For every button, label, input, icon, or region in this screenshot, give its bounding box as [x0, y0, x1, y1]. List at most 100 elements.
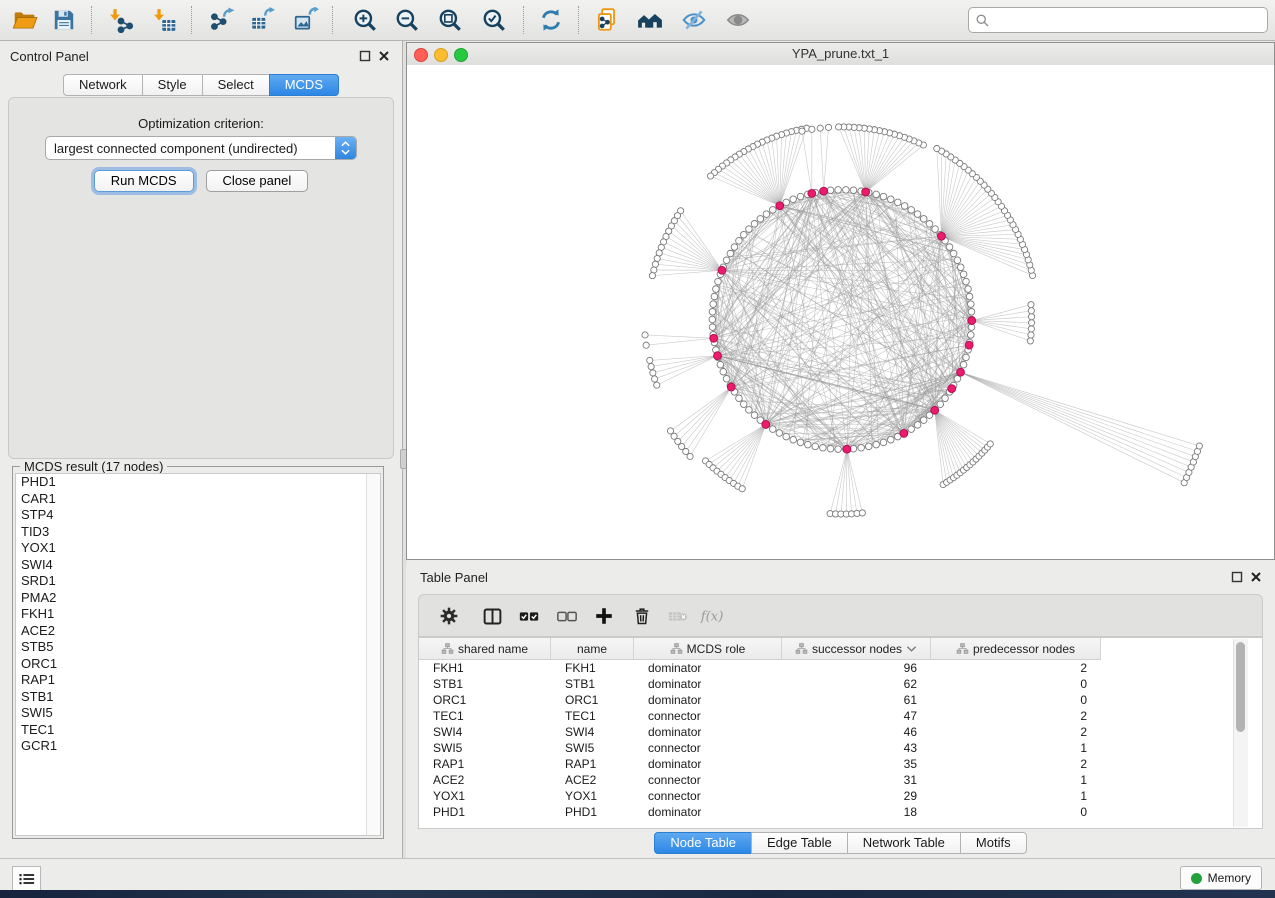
select-all-icon[interactable]	[514, 602, 544, 630]
search-icon	[975, 13, 990, 28]
table-cell: connector	[634, 788, 782, 804]
network-titlebar[interactable]: YPA_prune.txt_1	[407, 43, 1274, 66]
table-cell: SWI5	[419, 740, 551, 756]
mcds-node-item[interactable]: STB1	[16, 689, 380, 706]
tab-network[interactable]: Network	[63, 74, 143, 96]
list-scrollbar[interactable]	[366, 474, 380, 835]
tab-mcds[interactable]: MCDS	[269, 74, 339, 96]
tab-network-table[interactable]: Network Table	[847, 832, 961, 854]
table-row[interactable]: SWI5SWI5connector431	[419, 740, 1101, 756]
mcds-node-item[interactable]: STB5	[16, 639, 380, 656]
open-file-icon[interactable]	[8, 4, 42, 36]
mcds-node-item[interactable]: RAP1	[16, 672, 380, 689]
table-row[interactable]: STB1STB1dominator620	[419, 676, 1101, 692]
add-column-icon[interactable]	[589, 602, 619, 630]
run-mcds-button[interactable]: Run MCDS	[94, 170, 194, 192]
import-network-icon[interactable]	[104, 4, 138, 36]
export-table-icon[interactable]	[245, 4, 279, 36]
table-cell: dominator	[634, 804, 782, 820]
column-header-MCDS-role[interactable]: MCDS role	[634, 638, 782, 659]
show-panel-icon[interactable]	[721, 4, 755, 36]
mcds-node-item[interactable]: PHD1	[16, 474, 380, 491]
export-image-icon[interactable]	[289, 4, 323, 36]
column-header-shared-name[interactable]: shared name	[419, 638, 551, 659]
deselect-all-icon[interactable]	[552, 602, 582, 630]
table-row[interactable]: PHD1PHD1dominator180	[419, 804, 1101, 820]
close-panel-icon[interactable]	[378, 50, 390, 62]
table-scrollbar[interactable]	[1233, 639, 1248, 827]
table-row[interactable]: SWI4SWI4dominator462	[419, 724, 1101, 740]
table-cell: TEC1	[551, 708, 634, 724]
network-canvas[interactable]	[407, 65, 1274, 559]
tab-motifs[interactable]: Motifs	[960, 832, 1027, 854]
table-cell: 0	[931, 804, 1101, 820]
mcds-node-item[interactable]: STP4	[16, 507, 380, 524]
close-panel-button[interactable]: Close panel	[206, 170, 309, 192]
column-header-predecessor-nodes[interactable]: predecessor nodes	[931, 638, 1101, 659]
zoom-out-icon[interactable]	[390, 4, 424, 36]
mcds-node-item[interactable]: SWI5	[16, 705, 380, 722]
table-cell: 62	[782, 676, 931, 692]
zoom-selected-icon[interactable]	[477, 4, 511, 36]
zoom-fit-icon[interactable]	[433, 4, 467, 36]
table-row[interactable]: YOX1YOX1connector291	[419, 788, 1101, 804]
float-panel-icon[interactable]	[359, 50, 371, 62]
mcds-node-item[interactable]: SWI4	[16, 557, 380, 574]
import-table-icon[interactable]	[148, 4, 182, 36]
mcds-node-item[interactable]: YOX1	[16, 540, 380, 557]
search-field[interactable]	[968, 7, 1268, 33]
home-networks-icon[interactable]	[633, 4, 667, 36]
table-row[interactable]: ACE2ACE2connector311	[419, 772, 1101, 788]
mcds-tab-content: Optimization criterion: largest connecte…	[8, 97, 394, 459]
search-input[interactable]	[990, 12, 1261, 29]
memory-button[interactable]: Memory	[1180, 866, 1262, 890]
mcds-node-item[interactable]: FKH1	[16, 606, 380, 623]
task-list-icon	[19, 872, 35, 886]
tab-select[interactable]: Select	[202, 74, 270, 96]
table-cell: 46	[782, 724, 931, 740]
export-network-icon[interactable]	[205, 4, 239, 36]
mcds-node-item[interactable]: GCR1	[16, 738, 380, 755]
table-cell: RAP1	[551, 756, 634, 772]
refresh-icon[interactable]	[534, 4, 568, 36]
network-window: YPA_prune.txt_1	[406, 42, 1275, 560]
table-cell: 1	[931, 740, 1101, 756]
table-row[interactable]: RAP1RAP1dominator352	[419, 756, 1101, 772]
tab-edge-table[interactable]: Edge Table	[751, 832, 848, 854]
table-row[interactable]: TEC1TEC1connector472	[419, 708, 1101, 724]
close-table-panel-icon[interactable]	[1250, 571, 1262, 583]
mcds-node-item[interactable]: TEC1	[16, 722, 380, 739]
delete-column-icon[interactable]	[627, 602, 657, 630]
tab-node-table[interactable]: Node Table	[654, 832, 752, 854]
mcds-node-item[interactable]: SRD1	[16, 573, 380, 590]
zoom-in-icon[interactable]	[348, 4, 382, 36]
mcds-node-item[interactable]: ORC1	[16, 656, 380, 673]
table-row[interactable]: ORC1ORC1dominator610	[419, 692, 1101, 708]
mcds-node-item[interactable]: TID3	[16, 524, 380, 541]
save-session-icon[interactable]	[47, 4, 81, 36]
toolbar-separator	[191, 6, 192, 34]
mcds-node-item[interactable]: PMA2	[16, 590, 380, 607]
mcds-node-item[interactable]: CAR1	[16, 491, 380, 508]
tab-style[interactable]: Style	[142, 74, 203, 96]
table-cell: dominator	[634, 692, 782, 708]
hide-panel-icon[interactable]	[677, 4, 711, 36]
table-settings-gear-icon[interactable]	[434, 602, 464, 630]
float-table-panel-icon[interactable]	[1231, 571, 1243, 583]
table-cell: 1	[931, 788, 1101, 804]
table-cell: 31	[782, 772, 931, 788]
mcds-node-item[interactable]: ACE2	[16, 623, 380, 640]
table-cell: RAP1	[419, 756, 551, 772]
table-cell: 2	[931, 708, 1101, 724]
table-cell: SWI4	[551, 724, 634, 740]
table-cell: STB1	[419, 676, 551, 692]
table-row[interactable]: FKH1FKH1dominator962	[419, 660, 1101, 676]
task-history-button[interactable]	[12, 866, 41, 891]
mcds-result-list[interactable]: PHD1CAR1STP4TID3YOX1SWI4SRD1PMA2FKH1ACE2…	[15, 473, 381, 836]
table-cell: 1	[931, 772, 1101, 788]
share-session-icon[interactable]	[590, 4, 624, 36]
column-header-successor-nodes[interactable]: successor nodes	[782, 638, 931, 659]
column-header-name[interactable]: name	[551, 638, 634, 659]
show-columns-icon[interactable]	[477, 602, 507, 630]
criterion-dropdown[interactable]: largest connected component (undirected)	[45, 136, 357, 160]
